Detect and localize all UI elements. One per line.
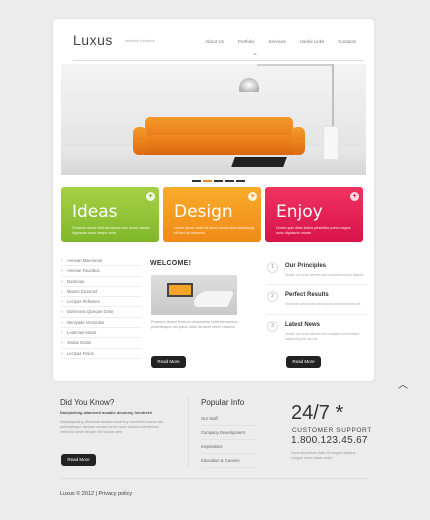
info-title[interactable]: Our Principles (285, 263, 326, 269)
popular-link[interactable]: Our Staff (201, 412, 259, 426)
welcome-title: WELCOME! (150, 260, 192, 267)
tile-design[interactable]: Design Lorem ipsum dolor sit amet consec… (163, 187, 261, 242)
support-note: Nunc accumsan dolor at magna dapibus con… (291, 451, 356, 460)
footer-bottom-divider (60, 478, 370, 479)
info-title[interactable]: Latest News (285, 322, 320, 328)
plus-icon[interactable]: + (350, 192, 359, 201)
site-logo[interactable]: Luxus (73, 32, 113, 48)
main-card: Luxus creative furniture About Us Portfo… (53, 19, 374, 381)
tile-text: Lorem ipsum dolor sit amet consectetur a… (174, 226, 254, 235)
info-text: Donec est urna ultrices sed sodales maur… (285, 273, 364, 277)
slider-dot[interactable] (236, 180, 245, 182)
welcome-text: Praesent dictum rhoncus consectetur null… (151, 320, 238, 329)
lamp-base (323, 126, 339, 160)
nav-useful-links[interactable]: Useful Links (300, 39, 325, 44)
sofa-arm-right (291, 127, 305, 155)
slider-dot-active[interactable] (203, 180, 212, 182)
sidebar-link[interactable]: Nectyade Vectorass (61, 318, 141, 329)
popular-link[interactable]: Education & Careers (201, 454, 259, 468)
tile-ideas[interactable]: Ideas Vivamus varius velit sed ipsum nec… (61, 187, 159, 242)
site-tagline: creative furniture (125, 38, 155, 43)
main-nav: About Us Portfolio Services Useful Links… (205, 39, 356, 44)
number-badge: 2 (267, 291, 278, 302)
info-title[interactable]: Perfect Results (285, 292, 329, 298)
popular-info-title: Popular Info (201, 398, 245, 407)
divider (267, 284, 367, 285)
lamp-arm (257, 64, 333, 66)
footer-divider (188, 397, 189, 467)
sidebar-link[interactable]: Duismosa Quisque Dolor (61, 307, 141, 318)
did-you-know-text: Nasadipisking aliamenti anaalis doummy h… (60, 420, 164, 435)
plus-icon[interactable]: + (146, 192, 155, 201)
tile-text: Donec quis diam lectus phasellus porta m… (276, 226, 351, 235)
nav-contacts[interactable]: Contacts (338, 39, 356, 44)
scroll-top-icon[interactable]: ︿ (398, 376, 408, 391)
number-badge: 3 (267, 321, 278, 332)
lamp-pole (332, 64, 334, 134)
slider-dot[interactable] (192, 180, 201, 182)
sidebar-link-list: Aenean Maecenas Aenean Faucibus Duisimae… (61, 256, 141, 359)
support-label: CUSTOMER SUPPORT (292, 427, 372, 434)
coffee-table (231, 157, 287, 167)
sidebar-link[interactable]: Lectyas Felios (61, 349, 141, 359)
hero-slider-image (61, 64, 366, 175)
lamp-shade (239, 78, 259, 92)
lounge-chair (191, 291, 235, 307)
tile-title: Enjoy (276, 202, 323, 222)
nav-active-marker (253, 53, 257, 55)
tile-enjoy[interactable]: Enjoy Donec quis diam lectus phasellus p… (265, 187, 363, 242)
plus-icon[interactable]: + (248, 192, 257, 201)
slider-pager (192, 180, 245, 182)
did-you-know-title: Did You Know? (60, 398, 115, 407)
tile-text: Vivamus varius velit sed ipsum nec lorem… (72, 226, 150, 235)
sidebar-link[interactable]: Aenean Faucibus (61, 266, 141, 277)
header-divider (73, 60, 364, 61)
copyright: Luxus © 2012 | Privacy policy (60, 491, 133, 497)
sofa-arm-left (133, 127, 147, 155)
orange-sofa (133, 117, 305, 161)
support-hours: 24/7 * (291, 402, 344, 424)
welcome-read-more-button[interactable]: Read More (151, 356, 186, 368)
sidebar-link[interactable]: Aenean Maecenas (61, 256, 141, 267)
slider-dot[interactable] (225, 180, 234, 182)
support-phone[interactable]: 1.800.123.45.67 (291, 435, 368, 446)
sidebar-link[interactable]: Sedan Dolas (61, 338, 141, 349)
number-badge: 1 (267, 262, 278, 273)
sidebar-link[interactable]: Mauris Dictumst (61, 287, 141, 298)
sidebar-link[interactable]: Lectyas Pellentes (61, 297, 141, 308)
footer-read-more-button[interactable]: Read More (61, 454, 96, 466)
tile-title: Ideas (72, 202, 118, 222)
popular-link[interactable]: Inspirations (201, 440, 259, 454)
sidebar-link[interactable]: Duisimae (61, 277, 141, 287)
popular-info-list: Our Staff Company Development Inspiratio… (201, 412, 259, 468)
popular-link[interactable]: Company Development (201, 426, 259, 440)
did-you-know-bold: Dasipisking aliamenti anaalis doummy hen… (60, 410, 152, 415)
info-text: Donec est urna ultrices sed sodales cons… (285, 332, 360, 341)
info-text: Vivamus varius velit sed ipsum condiment… (285, 302, 362, 306)
nav-about[interactable]: About Us (205, 39, 224, 44)
divider (267, 314, 367, 315)
news-read-more-button[interactable]: Read More (286, 356, 321, 368)
nav-portfolio[interactable]: Portfolio (238, 39, 255, 44)
sidebar-link[interactable]: Ledemas Maxis (61, 328, 141, 339)
slider-dot[interactable] (214, 180, 223, 182)
tile-title: Design (174, 202, 233, 222)
nav-services[interactable]: Services (268, 39, 285, 44)
welcome-image (151, 275, 237, 315)
fireplace (169, 285, 191, 295)
sofa-seat (139, 135, 299, 155)
